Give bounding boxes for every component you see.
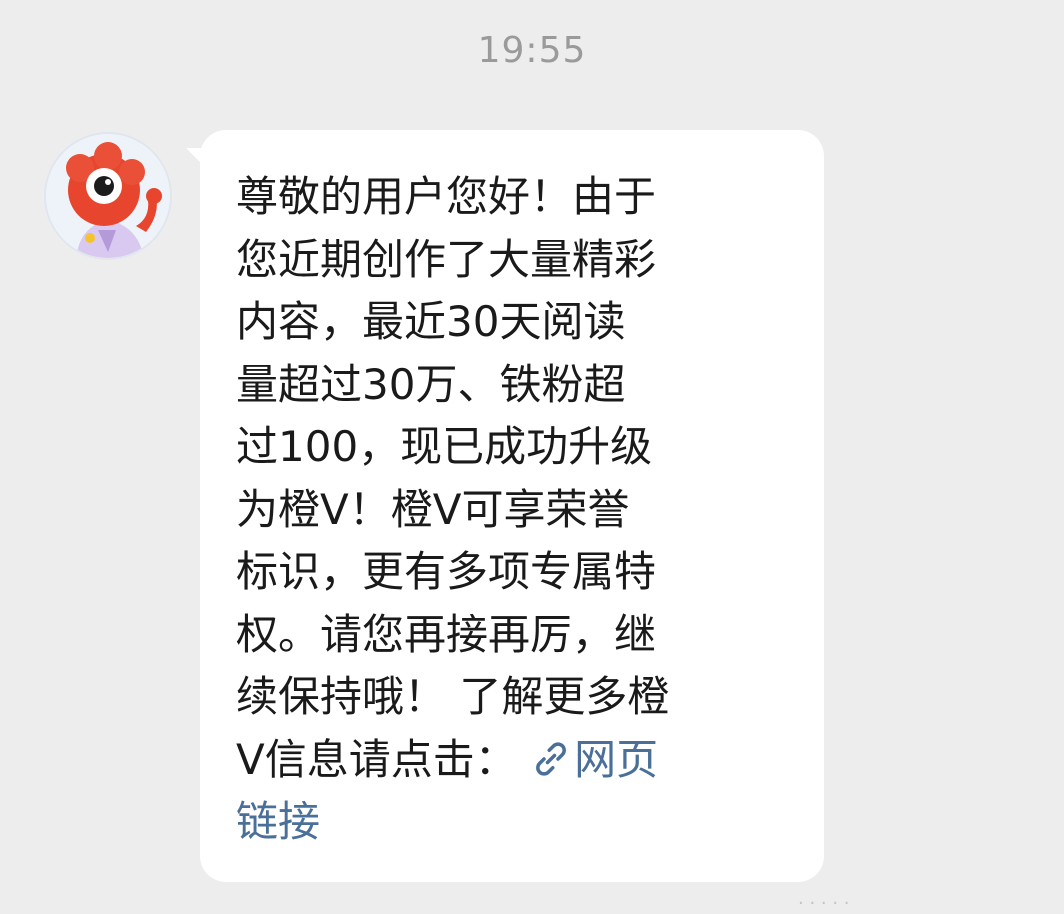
timestamp: 19:55 bbox=[477, 30, 587, 71]
message-line: 续保持哦！ 了解更多橙 bbox=[236, 672, 670, 721]
message-line: 标识，更有多项专属特 bbox=[236, 547, 657, 596]
weibo-mascot-avatar-icon bbox=[46, 134, 170, 258]
sender-avatar[interactable] bbox=[44, 132, 172, 260]
message-line: 您近期创作了大量精彩 bbox=[236, 234, 657, 284]
message-line: 为橙V！橙V可享荣誉 bbox=[236, 484, 630, 534]
watermark: · · · · · bbox=[798, 893, 850, 914]
message-bubble[interactable]: 尊敬的用户您好！由于 您近期创作了大量精彩 内容，最近30天阅读 量超过30万、… bbox=[200, 130, 824, 882]
message-line: 内容，最近30天阅读 bbox=[236, 297, 626, 346]
web-link-label-part2[interactable]: 链接 bbox=[236, 791, 788, 854]
message-line: 量超过30万、铁粉超 bbox=[236, 359, 626, 409]
message-line: 权。请您再接再厉，继 bbox=[236, 609, 657, 659]
web-link-label-part1[interactable]: 网页 bbox=[574, 735, 658, 784]
web-link[interactable]: 网页 bbox=[530, 735, 658, 784]
message-line: V信息请点击： bbox=[236, 734, 517, 784]
link-icon bbox=[536, 741, 566, 776]
message-line: 尊敬的用户您好！由于 bbox=[236, 172, 657, 221]
message-line-with-link: V信息请点击： 网页 bbox=[236, 729, 788, 792]
message-line: 过100，现已成功升级 bbox=[236, 422, 653, 471]
